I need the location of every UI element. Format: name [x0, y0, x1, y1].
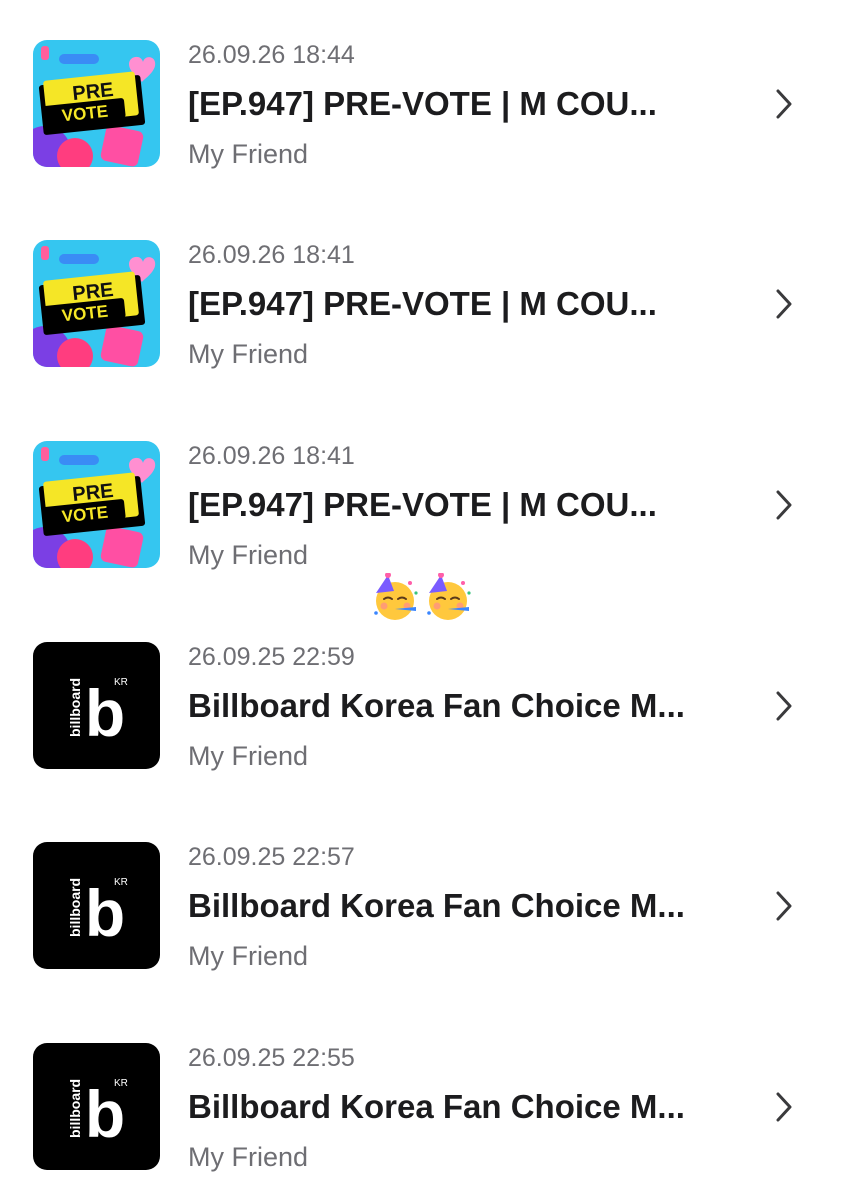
pre-vote-thumbnail: PRE VOTE — [33, 240, 160, 367]
pre-vote-thumbnail: PRE VOTE — [33, 441, 160, 568]
message-sender: My Friend — [188, 339, 309, 369]
list-item[interactable]: billboard b KR 26.09.25 22:55 Billboard … — [0, 1043, 845, 1203]
partying-face-emoji — [374, 573, 418, 620]
billboard-wordmark: billboard — [67, 878, 83, 937]
list-item[interactable]: billboard b KR 26.09.25 22:59 Billboard … — [0, 642, 845, 802]
emoji-overlay — [370, 573, 473, 623]
thumbnail-text-line1: PRE — [71, 279, 114, 305]
billboard-region: KR — [114, 877, 128, 888]
thumbnail-text-line1: PRE — [71, 79, 114, 105]
billboard-korea-logo: billboard b KR — [33, 1043, 160, 1170]
chevron-right-icon — [770, 488, 798, 522]
message-sender: My Friend — [188, 139, 309, 169]
pre-vote-thumbnail: PRE VOTE — [33, 40, 160, 167]
message-timestamp: 26.09.25 22:55 — [188, 1044, 355, 1072]
list-item[interactable]: PRE VOTE 26.09.26 18:41 [EP.947] PRE-VOT… — [0, 240, 845, 400]
billboard-wordmark: billboard — [67, 678, 83, 737]
partying-face-emoji — [427, 573, 471, 620]
message-sender: My Friend — [188, 540, 309, 570]
message-title: [EP.947] PRE-VOTE | M COU... — [188, 285, 657, 322]
message-sender: My Friend — [188, 741, 309, 771]
chevron-right-icon — [770, 1090, 798, 1124]
billboard-wordmark: billboard — [67, 1079, 83, 1138]
message-timestamp: 26.09.26 18:44 — [188, 41, 355, 69]
message-sender: My Friend — [188, 941, 309, 971]
message-timestamp: 26.09.26 18:41 — [188, 442, 355, 470]
message-timestamp: 26.09.25 22:57 — [188, 843, 355, 871]
thumbnail-text-line1: PRE — [71, 480, 114, 506]
list-item[interactable]: PRE VOTE 26.09.26 18:44 [EP.947] PRE-VOT… — [0, 40, 845, 200]
message-title: [EP.947] PRE-VOTE | M COU... — [188, 486, 657, 523]
chevron-right-icon — [770, 287, 798, 321]
message-title: Billboard Korea Fan Choice M... — [188, 887, 685, 924]
message-title: Billboard Korea Fan Choice M... — [188, 1088, 685, 1125]
billboard-korea-logo: billboard b KR — [33, 642, 160, 769]
message-title: Billboard Korea Fan Choice M... — [188, 687, 685, 724]
message-list: PRE VOTE 26.09.26 18:44 [EP.947] PRE-VOT… — [0, 0, 845, 1200]
message-title: [EP.947] PRE-VOTE | M COU... — [188, 85, 657, 122]
chevron-right-icon — [770, 689, 798, 723]
billboard-region: KR — [114, 1078, 128, 1089]
billboard-korea-logo: billboard b KR — [33, 842, 160, 969]
message-timestamp: 26.09.26 18:41 — [188, 241, 355, 269]
chevron-right-icon — [770, 889, 798, 923]
message-sender: My Friend — [188, 1142, 309, 1172]
list-item[interactable]: billboard b KR 26.09.25 22:57 Billboard … — [0, 842, 845, 1002]
message-timestamp: 26.09.25 22:59 — [188, 643, 355, 671]
chevron-right-icon — [770, 87, 798, 121]
billboard-region: KR — [114, 677, 128, 688]
